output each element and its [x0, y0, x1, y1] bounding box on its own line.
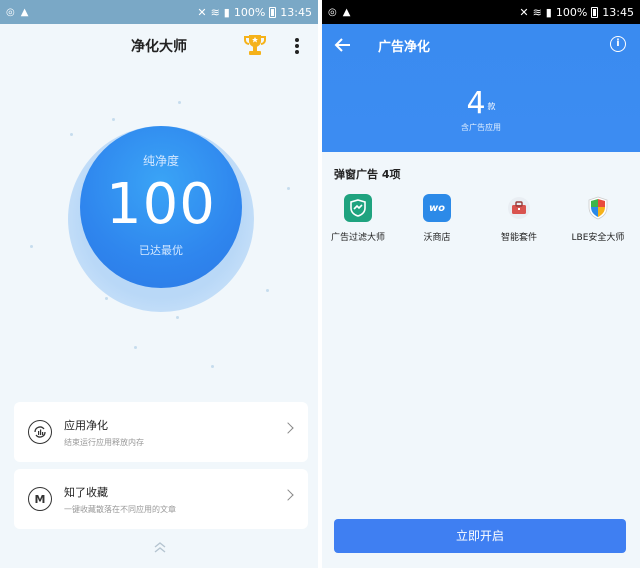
count-unit: 款 — [487, 102, 496, 111]
card-title: 知了收藏 — [64, 485, 108, 499]
app-clean-card[interactable]: 应用净化 结束运行应用释放内存 — [14, 402, 308, 462]
more-menu-icon[interactable] — [288, 36, 306, 56]
card-title: 应用净化 — [64, 418, 108, 432]
warning-icon: ▲ — [342, 6, 351, 18]
decor-dot — [176, 316, 179, 319]
app-item[interactable]: 广告过滤大师 — [322, 194, 398, 243]
left-screen: ◎ ▲ ✕ ≋ ▮ 100% 13:45 净化大师 纯净度 100 已达最优 应… — [0, 0, 318, 568]
app-item[interactable]: 智能套件 — [479, 194, 559, 243]
shield-app-icon — [344, 194, 372, 222]
app-header: 净化大师 — [0, 24, 318, 68]
app-item[interactable]: wo 沃商店 — [397, 194, 477, 243]
clock: 13:45 — [280, 5, 312, 19]
decor-dot — [105, 297, 108, 300]
status-bar: ◎ ▲ ✕ ≋ ▮ 100% 13:45 — [0, 0, 318, 24]
battery-icon — [269, 6, 277, 18]
app-name: 广告过滤大师 — [330, 233, 385, 243]
lbe-shield-icon — [584, 194, 612, 222]
decor-dot — [178, 101, 181, 104]
info-icon[interactable]: i — [610, 36, 626, 52]
decor-dot — [287, 187, 290, 190]
gauge-label: 纯净度 — [142, 154, 179, 168]
chevron-right-icon — [282, 422, 294, 434]
gauge-value: 100 — [106, 172, 216, 237]
right-screen: ◎ ▲ ✕ ≋ ▮ 100% 13:45 广告净化 i 4款 含广告应用 弹窗广… — [322, 0, 640, 568]
clock: 13:45 — [602, 5, 634, 19]
chevron-up-icon[interactable] — [153, 541, 167, 555]
battery-icon — [591, 6, 599, 18]
decor-dot — [70, 133, 73, 136]
chevron-right-icon — [282, 489, 294, 501]
settings-status-icon: ◎ — [328, 6, 337, 18]
decor-dot — [112, 118, 115, 121]
card-subtitle: 结束运行应用释放内存 — [64, 437, 144, 447]
settings-status-icon: ◎ — [6, 6, 15, 18]
mute-icon: ✕ — [197, 5, 207, 19]
count-caption: 含广告应用 — [461, 123, 501, 132]
section-title: 弹窗广告 4项 — [334, 168, 401, 181]
m-logo-icon: M — [28, 487, 52, 511]
wo-store-icon: wo — [423, 194, 451, 222]
back-arrow-icon[interactable] — [334, 36, 352, 54]
app-name: 智能套件 — [500, 233, 537, 243]
battery-percent: 100% — [555, 5, 588, 19]
zhiliao-collect-card[interactable]: M 知了收藏 一键收藏散落在不同应用的文章 — [14, 469, 308, 529]
page-title: 净化大师 — [131, 39, 187, 55]
status-bar: ◎ ▲ ✕ ≋ ▮ 100% 13:45 — [322, 0, 640, 24]
app-item[interactable]: LBE安全大师 — [558, 194, 638, 243]
app-list: 广告过滤大师 wo 沃商店 智能套件 LBE安全大师 — [322, 194, 640, 254]
mute-icon: ✕ — [519, 5, 529, 19]
refresh-circle-icon — [28, 420, 52, 444]
wifi-icon: ≋ — [210, 5, 220, 19]
trophy-icon[interactable] — [244, 33, 266, 57]
count-value: 4 — [466, 86, 486, 121]
warning-icon: ▲ — [20, 6, 29, 18]
battery-percent: 100% — [233, 5, 266, 19]
decor-dot — [266, 289, 269, 292]
decor-dot — [134, 346, 137, 349]
decor-dot — [211, 365, 214, 368]
page-title: 广告净化 — [378, 40, 431, 55]
enable-now-button[interactable]: 立即开启 — [334, 519, 626, 553]
app-name: LBE安全大师 — [571, 233, 625, 243]
ad-app-count: 4款 — [322, 86, 640, 121]
toolbox-icon — [505, 194, 533, 222]
card-subtitle: 一键收藏散落在不同应用的文章 — [64, 504, 176, 514]
ad-clean-header: 广告净化 i 4款 含广告应用 — [322, 24, 640, 152]
purity-gauge[interactable]: 纯净度 100 已达最优 — [80, 126, 242, 288]
app-name: 沃商店 — [423, 233, 451, 243]
signal-icon: ▮ — [545, 5, 552, 19]
wifi-icon: ≋ — [532, 5, 542, 19]
gauge-status: 已达最优 — [139, 244, 183, 257]
decor-dot — [30, 245, 33, 248]
signal-icon: ▮ — [223, 5, 230, 19]
